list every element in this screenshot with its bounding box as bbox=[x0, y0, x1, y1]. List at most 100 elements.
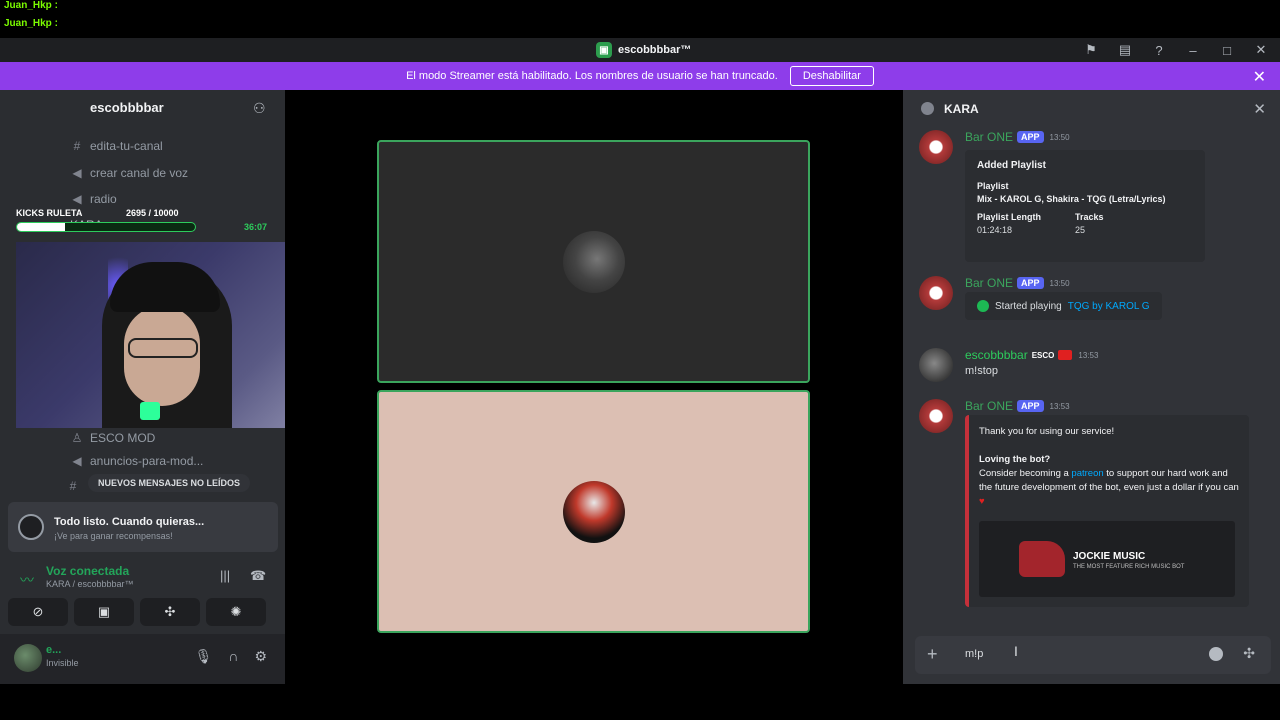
jockie-banner: JOCKIE MUSIC THE MOST FEATURE RICH MUSIC… bbox=[979, 521, 1235, 597]
channel-radio[interactable]: ◀ radio bbox=[70, 189, 117, 209]
voice-connection-panel: 〰 Voz conectada KARA / escobbbbar™ ||| ☎… bbox=[8, 560, 278, 630]
embed-field-value: Mix - KAROL G, Shakira - TQG (Letra/Lyri… bbox=[977, 194, 1166, 204]
brand-title: JOCKIE MUSIC bbox=[1073, 551, 1146, 562]
activities-button[interactable]: ✣ bbox=[140, 598, 200, 626]
message-author[interactable]: escobbbbar bbox=[965, 348, 1028, 362]
role-badge: ESCO bbox=[1031, 350, 1055, 360]
message-time: 13:50 bbox=[1049, 132, 1070, 142]
flag-icon[interactable]: ⚑ bbox=[1082, 41, 1100, 59]
camera-off-icon: ⊘ bbox=[32, 604, 44, 619]
channel-anuncios-para-mod[interactable]: ◀ anuncios-para-mod... bbox=[70, 451, 203, 471]
screen-share-icon: ▣ bbox=[97, 604, 111, 619]
message-input-value[interactable]: m!p bbox=[965, 648, 983, 660]
participant-tile[interactable] bbox=[377, 390, 810, 633]
add-member-icon[interactable]: ⚇ bbox=[253, 100, 266, 117]
avatar[interactable] bbox=[919, 130, 953, 164]
new-messages-pill[interactable]: NUEVOS MENSAJES NO LEÍDOS bbox=[88, 474, 251, 492]
headphones-icon[interactable]: ∩ bbox=[228, 648, 238, 665]
user-panel: e... Invisible 🎙 ∩ ⚙ bbox=[0, 634, 285, 684]
screen-share-button[interactable]: ▣ bbox=[74, 598, 134, 626]
message-author[interactable]: Bar ONE bbox=[965, 276, 1013, 290]
noise-suppression-icon[interactable]: ||| bbox=[220, 568, 230, 583]
embed-field-value: 01:24:18 bbox=[977, 225, 1013, 235]
voice-stage bbox=[285, 90, 903, 684]
hash-icon: # bbox=[69, 479, 77, 493]
participant-tile[interactable] bbox=[377, 140, 810, 383]
embed-field-label: Playlist Length bbox=[977, 212, 1042, 222]
message-author[interactable]: Bar ONE bbox=[965, 399, 1013, 413]
chat-message: escobbbbar ESCO 13:53 m!stop bbox=[919, 348, 1265, 388]
banner-close-icon[interactable]: ✕ bbox=[1253, 67, 1266, 87]
track-link[interactable]: TQG by KAROL G bbox=[1068, 301, 1150, 312]
attach-plus-icon[interactable]: + bbox=[927, 644, 938, 665]
message-author[interactable]: Bar ONE bbox=[965, 130, 1013, 144]
thanks-text: Thank you for using our service! bbox=[979, 426, 1115, 437]
now-playing-embed: Started playing TQG by KAROL G bbox=[965, 292, 1162, 320]
channel-esco-mod[interactable]: ♙ ESCO MOD bbox=[70, 428, 156, 448]
embed-title: Added Playlist bbox=[977, 160, 1046, 171]
signal-icon[interactable]: 〰 bbox=[20, 570, 34, 590]
participant-avatar bbox=[562, 230, 625, 293]
embed-field-value: 25 bbox=[1075, 225, 1086, 235]
kicks-ruleta-widget: KICKS RULETA 2695 / 10000 36:07 bbox=[16, 208, 276, 234]
patreon-paragraph: Consider becoming a patreon to support o… bbox=[979, 467, 1239, 509]
microphone-icon[interactable]: 🎙 bbox=[195, 648, 213, 665]
channel-label: anuncios-para-mod... bbox=[90, 454, 204, 468]
message-input[interactable]: + m!p ✣ bbox=[915, 636, 1271, 674]
playlist-embed: Added Playlist Playlist Mix - KAROL G, S… bbox=[965, 150, 1205, 262]
avatar[interactable] bbox=[919, 276, 953, 310]
webcam-green-light bbox=[140, 402, 160, 420]
channel-label: edita-tu-canal bbox=[90, 139, 163, 153]
voice-connected-label[interactable]: Voz conectada bbox=[46, 564, 129, 578]
patreon-link[interactable]: patreon bbox=[1071, 468, 1103, 479]
soundboard-button[interactable]: ✺ bbox=[206, 598, 266, 626]
chat-message: Bar ONE APP 13:50 Started playing TQG by… bbox=[919, 276, 1265, 331]
minimize-icon[interactable]: – bbox=[1184, 41, 1202, 59]
megaphone-icon: ◀ bbox=[72, 454, 82, 468]
disable-streamer-button[interactable]: Deshabilitar bbox=[789, 66, 874, 86]
message-text: m!stop bbox=[965, 365, 999, 377]
channel-hash-partial[interactable]: # bbox=[66, 476, 80, 496]
channel-label: radio bbox=[90, 192, 117, 206]
disconnect-icon[interactable]: ☎ bbox=[250, 568, 266, 584]
avatar[interactable] bbox=[919, 348, 953, 382]
quest-card[interactable]: Todo listo. Cuando quieras... ¡Ve para g… bbox=[8, 502, 278, 552]
webcam-glasses bbox=[128, 338, 198, 358]
channel-crear-canal-de-voz[interactable]: ◀ crear canal de voz bbox=[70, 163, 188, 183]
close-window-icon[interactable]: ✕ bbox=[1252, 41, 1270, 59]
server-name[interactable]: escobbbbar bbox=[90, 100, 164, 115]
embed-field-label: Playlist bbox=[977, 181, 1009, 191]
apps-icon[interactable]: ✣ bbox=[1243, 645, 1255, 662]
streamer-mode-banner: El modo Streamer está habilitado. Los no… bbox=[0, 62, 1280, 90]
chat-message: Bar ONE APP 13:50 Added Playlist Playlis… bbox=[919, 130, 1265, 265]
avatar[interactable] bbox=[919, 399, 953, 433]
hash-icon: # bbox=[73, 139, 81, 153]
loving-text: Loving the bot? bbox=[979, 454, 1051, 465]
emoji-icon[interactable] bbox=[1209, 647, 1223, 661]
camera-off-button[interactable]: ⊘ bbox=[8, 598, 68, 626]
jockie-logo-icon bbox=[1019, 541, 1065, 577]
chat-title: KARA bbox=[944, 102, 979, 116]
spotify-icon bbox=[977, 300, 989, 312]
settings-gear-icon[interactable]: ⚙ bbox=[254, 648, 267, 665]
channel-edita-tu-canal[interactable]: # edita-tu-canal bbox=[70, 136, 163, 156]
overlay-chat-line: Juan_Hkp : bbox=[4, 0, 61, 11]
voice-text-chat: KARA ✕ Bar ONE APP 13:50 Added Playlist … bbox=[903, 90, 1280, 684]
maximize-icon[interactable]: □ bbox=[1218, 41, 1236, 59]
banner-text: El modo Streamer está habilitado. Los no… bbox=[406, 70, 778, 82]
participant-avatar bbox=[562, 480, 625, 543]
inbox-icon[interactable]: ▤ bbox=[1116, 41, 1134, 59]
voice-channel-label[interactable]: KARA / escobbbbar™ bbox=[46, 579, 134, 589]
chat-header: KARA ✕ bbox=[903, 90, 1280, 128]
channel-label: crear canal de voz bbox=[90, 166, 189, 180]
now-playing-text: Started playing bbox=[995, 300, 1062, 312]
avatar[interactable] bbox=[14, 644, 42, 672]
app-badge: APP bbox=[1017, 400, 1044, 412]
help-icon[interactable]: ? bbox=[1150, 41, 1168, 59]
quest-subtitle: ¡Ve para ganar recompensas! bbox=[54, 531, 173, 541]
close-chat-icon[interactable]: ✕ bbox=[1253, 100, 1266, 118]
activities-icon: ✣ bbox=[164, 604, 176, 619]
kicks-title: KICKS RULETA bbox=[16, 208, 83, 218]
overlay-chat-line: Juan_Hkp : bbox=[4, 18, 61, 29]
chat-message: Bar ONE APP 13:53 Thank you for using ou… bbox=[919, 399, 1265, 619]
